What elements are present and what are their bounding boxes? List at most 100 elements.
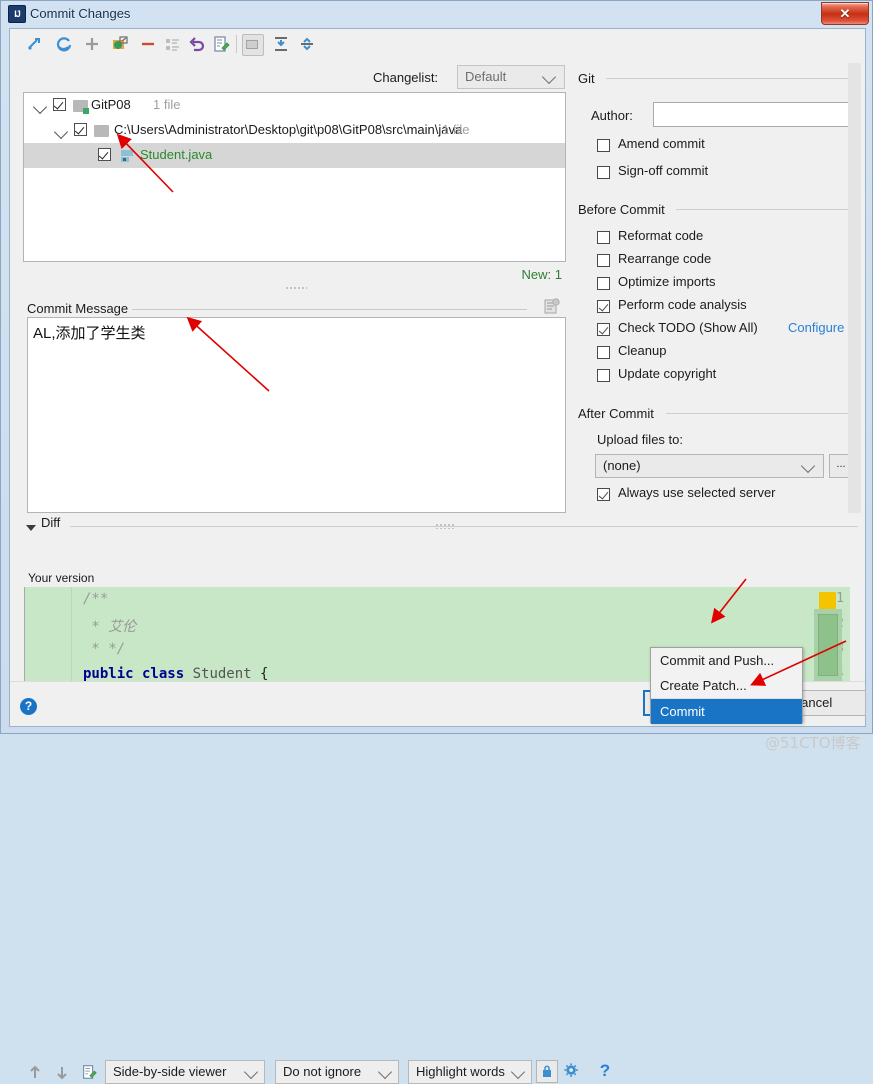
changes-toolbar (10, 29, 865, 58)
chevron-down-icon[interactable] (54, 125, 68, 139)
commit-message-input[interactable]: AL,添加了学生类 (27, 317, 566, 513)
checkbox-box (597, 139, 610, 152)
changelist-dropdown[interactable]: Default (457, 65, 565, 89)
splitter-handle[interactable] (285, 286, 307, 291)
tree-checkbox[interactable] (74, 123, 87, 136)
options-scrollbar[interactable] (848, 63, 861, 513)
diff-marker[interactable] (819, 592, 836, 609)
reformat-code-label: Reformat code (618, 228, 703, 243)
line-number: 1 (836, 591, 844, 606)
chevron-down-icon (244, 1065, 258, 1079)
amend-commit-label: Amend commit (618, 136, 705, 151)
group-by-icon[interactable] (163, 34, 183, 54)
group-divider (606, 78, 848, 79)
checkbox-box (597, 166, 610, 179)
window-title: Commit Changes (30, 6, 130, 21)
move-to-changelist-icon[interactable] (110, 34, 130, 54)
signoff-commit-label: Sign-off commit (618, 163, 708, 178)
intellij-idea-icon: IJ (8, 5, 26, 23)
table-row[interactable]: Student.java (24, 143, 565, 168)
upload-files-label: Upload files to: (597, 432, 683, 447)
group-divider (70, 526, 475, 527)
question-icon[interactable]: ? (595, 1061, 615, 1081)
checkbox-box (597, 277, 610, 290)
watermark: @51CTO博客 (765, 732, 861, 753)
show-diff-icon[interactable] (26, 34, 46, 54)
changelist-label: Changelist: (373, 70, 438, 85)
menu-item-commit-and-push[interactable]: Commit and Push... (651, 648, 802, 673)
diff-splitter-handle[interactable] (435, 523, 455, 529)
changelist-value: Default (465, 69, 506, 84)
help-icon[interactable]: ? (20, 698, 37, 715)
tree-checkbox[interactable] (53, 98, 66, 111)
expand-all-icon[interactable] (271, 34, 291, 54)
lock-icon[interactable] (536, 1060, 558, 1083)
rearrange-code-label: Rearrange code (618, 251, 711, 266)
commit-changes-window: IJ Commit Changes ✕ (0, 0, 873, 734)
tree-checkbox[interactable] (98, 148, 111, 161)
update-copyright-label: Update copyright (618, 366, 716, 381)
highlight-dropdown[interactable]: Highlight words (408, 1060, 532, 1084)
edit-source-icon[interactable] (80, 1063, 100, 1083)
module-folder-icon (73, 100, 88, 112)
refresh-icon[interactable] (54, 34, 74, 54)
configure-link[interactable]: Configure (788, 320, 844, 335)
revert-icon[interactable] (187, 34, 207, 54)
gear-icon[interactable] (563, 1062, 583, 1082)
menu-item-create-patch[interactable]: Create Patch... (651, 673, 802, 698)
edit-source-icon[interactable] (211, 34, 231, 54)
group-divider (676, 209, 848, 210)
checkbox-box (597, 300, 610, 313)
arrow-up-icon[interactable] (28, 1065, 42, 1080)
add-icon[interactable] (82, 34, 102, 54)
author-field[interactable] (653, 102, 849, 127)
git-options-panel: Git Author: Amend commit Sign-off commit… (573, 59, 865, 522)
toolbar-separator (236, 35, 237, 53)
arrow-down-icon[interactable] (55, 1065, 69, 1080)
checkbox-box (597, 231, 610, 244)
checkbox-box (597, 323, 610, 336)
close-button[interactable]: ✕ (821, 2, 869, 25)
delete-icon[interactable] (138, 34, 158, 54)
diff-viewer-dropdown[interactable]: Side-by-side viewer (105, 1060, 265, 1084)
diff-viewer-value: Side-by-side viewer (113, 1064, 226, 1079)
checkbox-box (597, 346, 610, 359)
commit-dropdown-menu[interactable]: Commit and Push... Create Patch... Commi… (650, 647, 803, 723)
file-count: 1 file (153, 97, 180, 112)
chevron-down-icon (542, 70, 556, 84)
chevron-down-icon[interactable] (33, 100, 47, 114)
expand-collapse-icon[interactable] (242, 34, 264, 56)
changed-files-tree[interactable]: GitP08 1 file C:\Users\Administrator\Des… (23, 92, 566, 262)
table-row[interactable]: GitP08 1 file (24, 93, 565, 118)
folder-icon (94, 125, 109, 137)
chevron-down-icon (511, 1065, 525, 1079)
list-item: C:\Users\Administrator\Desktop\git\p08\G… (114, 122, 462, 137)
checkbox-box (597, 369, 610, 382)
chevron-down-icon[interactable] (26, 525, 36, 531)
table-row[interactable]: C:\Users\Administrator\Desktop\git\p08\G… (24, 118, 565, 143)
commit-message-label-text: Commit Message (27, 301, 128, 316)
java-file-icon (120, 149, 134, 163)
upload-server-dropdown[interactable]: (none) (595, 454, 824, 478)
message-history-icon[interactable] (544, 298, 560, 314)
checkbox-box (597, 488, 610, 501)
author-label: Author: (591, 108, 633, 123)
code-line: * 艾伦 (83, 616, 136, 636)
checkbox-box (597, 254, 610, 267)
chevron-down-icon (801, 459, 815, 473)
cleanup-label: Cleanup (618, 343, 666, 358)
collapse-all-icon[interactable] (297, 34, 317, 54)
code-line: /** (83, 591, 108, 607)
whitespace-dropdown[interactable]: Do not ignore (275, 1060, 399, 1084)
changelist-label-text: Changelist: (373, 70, 438, 85)
diff-pane-label: Your version (28, 571, 94, 585)
code-line: public class Student { (83, 666, 268, 682)
group-divider (460, 526, 858, 527)
author-label-text: Author: (591, 108, 633, 123)
after-commit-group-title: After Commit (578, 406, 660, 421)
new-files-count: New: 1 (522, 267, 562, 282)
perform-code-analysis-label: Perform code analysis (618, 297, 747, 312)
menu-item-commit[interactable]: Commit (651, 699, 802, 724)
list-item: GitP08 (91, 97, 131, 112)
diff-scrollbar-thumb[interactable] (818, 614, 838, 676)
